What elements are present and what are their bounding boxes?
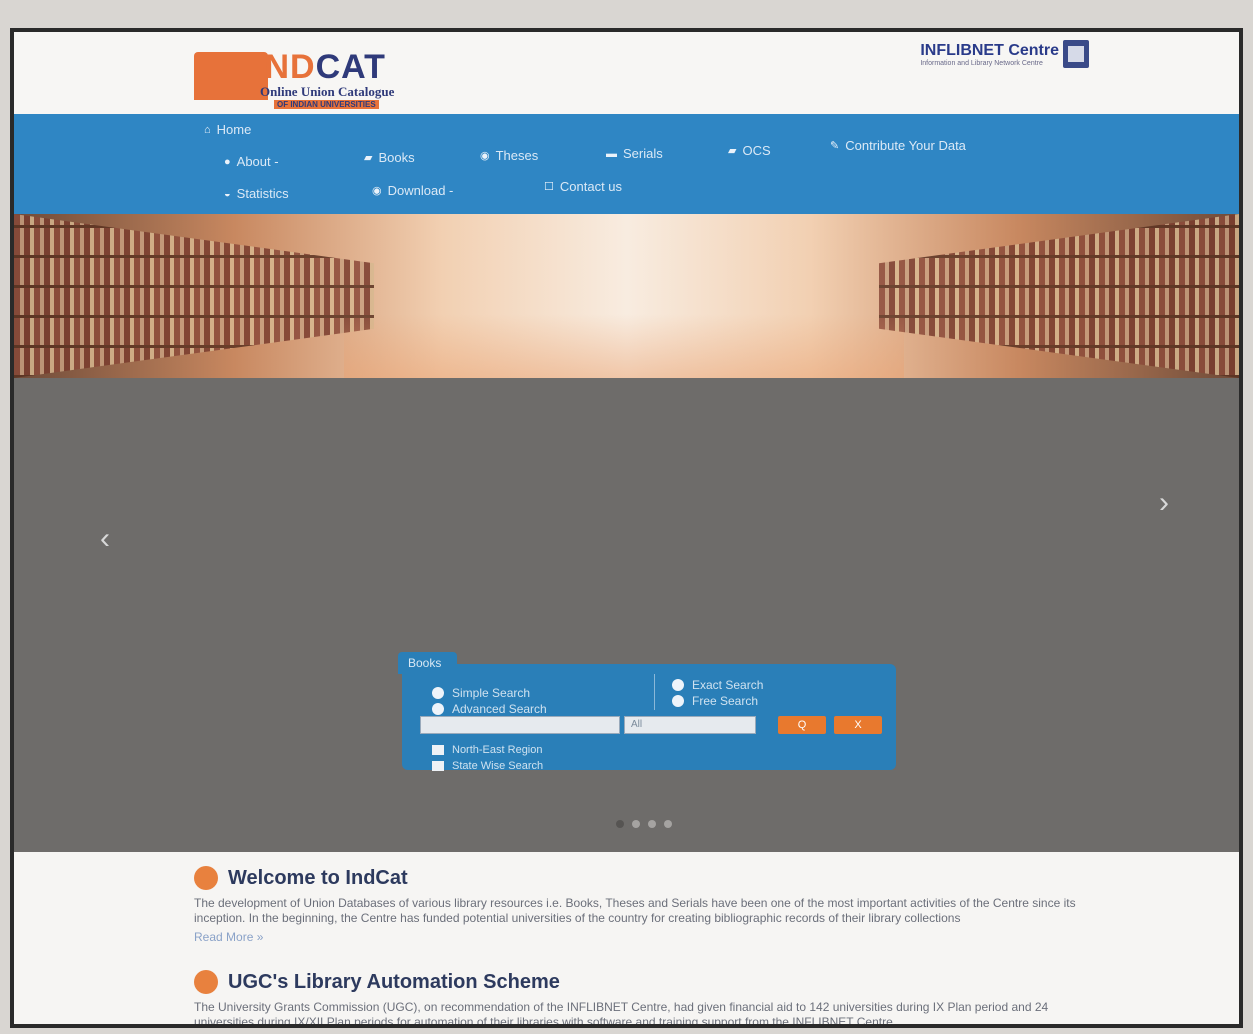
download-icon: ◉ — [372, 185, 382, 197]
search-input[interactable] — [420, 716, 620, 734]
carousel-next-arrow-icon[interactable]: › — [1159, 486, 1169, 520]
nav-contribute-label: Contribute Your Data — [845, 138, 966, 153]
search-button[interactable]: Q — [778, 716, 826, 734]
inflibnet-subtitle: Information and Library Network Centre — [920, 60, 1043, 67]
chat-bubble-icon — [194, 866, 218, 890]
inflibnet-title: INFLIBNET Centre — [920, 42, 1059, 59]
nav-theses[interactable]: ◉ Theses — [480, 148, 538, 163]
browser-window: INDCAT Online Union Catalogue OF INDIAN … — [10, 28, 1243, 1028]
nav-contact[interactable]: ☐ Contact us — [544, 179, 622, 194]
simple-search-radio[interactable]: Simple Search — [432, 686, 530, 700]
exact-search-radio[interactable]: Exact Search — [672, 678, 763, 692]
nav-home[interactable]: ⌂ Home — [204, 122, 251, 137]
radio-divider — [654, 674, 655, 710]
state-wise-checkbox[interactable]: State Wise Search — [432, 760, 543, 772]
inflibnet-emblem-icon — [1063, 40, 1089, 68]
nav-about[interactable]: ● About - — [224, 154, 279, 169]
read-more-link[interactable]: Read More » — [194, 930, 1094, 944]
carousel-dot-2[interactable] — [632, 820, 640, 828]
free-search-radio[interactable]: Free Search — [672, 694, 758, 708]
theses-icon: ◉ — [480, 150, 490, 162]
nav-ocs[interactable]: ▰ OCS — [728, 143, 771, 158]
pencil-icon: ✎ — [830, 140, 840, 152]
ugc-section: UGC's Library Automation Scheme The Univ… — [194, 970, 1094, 1028]
logo-title-ind: IND — [254, 48, 316, 86]
contact-icon: ☐ — [544, 181, 554, 193]
nav-statistics-label: Statistics — [236, 186, 289, 201]
main-nav: ⌂ Home ● About - ▰ Books ◉ Theses ▬ Serials ▰… — [14, 114, 1239, 214]
search-tab-books[interactable]: Books — [398, 652, 458, 674]
right-bookshelf — [879, 214, 1239, 378]
logo-title: INDCAT — [254, 48, 386, 87]
inflibnet-logo[interactable]: INFLIBNET Centre Information and Library… — [920, 42, 1059, 67]
radio-circle — [672, 695, 684, 707]
radio-circle — [432, 703, 444, 715]
ocs-icon: ▰ — [728, 145, 737, 157]
nav-ocs-label: OCS — [742, 143, 771, 158]
north-east-label: North-East Region — [452, 744, 543, 756]
indcat-logo[interactable]: INDCAT Online Union Catalogue OF INDIAN … — [194, 44, 464, 109]
simple-search-label: Simple Search — [452, 686, 531, 700]
nav-download-label: Download - — [387, 183, 454, 198]
carousel-dot-3[interactable] — [648, 820, 656, 828]
book-icon: ▰ — [364, 152, 373, 164]
nav-books-label: Books — [378, 150, 415, 165]
ugc-heading: UGC's Library Automation Scheme — [194, 970, 1094, 994]
reset-button[interactable]: X — [834, 716, 882, 734]
nav-contact-label: Contact us — [559, 179, 623, 194]
logo-subtitle: Online Union Catalogue — [260, 84, 395, 99]
advanced-search-radio[interactable]: Advanced Search — [432, 702, 547, 716]
left-bookshelf — [14, 214, 374, 378]
logo-subtitle-universities: OF INDIAN UNIVERSITIES — [274, 100, 379, 109]
welcome-section: Welcome to IndCat The development of Uni… — [194, 866, 1094, 944]
home-icon: ⌂ — [204, 123, 211, 136]
checkbox-box — [432, 761, 444, 771]
carousel-dot-1[interactable] — [616, 820, 624, 828]
search-field-select[interactable]: All — [624, 716, 756, 734]
north-east-checkbox[interactable]: North-East Region — [432, 744, 543, 756]
nav-serials[interactable]: ▬ Serials — [606, 146, 663, 161]
chat-bubble-icon — [194, 970, 218, 994]
statistics-icon: ◒ — [224, 187, 231, 200]
nav-serials-label: Serials — [623, 146, 663, 161]
free-search-label: Free Search — [692, 694, 759, 708]
nav-download[interactable]: ◉ Download - — [372, 183, 453, 198]
welcome-heading: Welcome to IndCat — [194, 866, 1094, 890]
welcome-title: Welcome to IndCat — [228, 866, 408, 889]
state-wise-label: State Wise Search — [452, 760, 544, 772]
nav-theses-label: Theses — [495, 148, 539, 163]
info-icon: ● — [224, 155, 231, 168]
nav-statistics[interactable]: ◒ Statistics — [224, 186, 289, 201]
site-header: INDCAT Online Union Catalogue OF INDIAN … — [14, 32, 1239, 114]
books-search-panel: Books Simple Search Advanced Search Exac… — [398, 652, 896, 772]
ugc-text: The University Grants Commission (UGC), … — [194, 1000, 1049, 1028]
library-banner-image — [14, 214, 1239, 378]
checkbox-box — [432, 745, 444, 755]
nav-books[interactable]: ▰ Books — [364, 150, 415, 165]
logo-title-cat: CAT — [315, 48, 386, 86]
advanced-search-label: Advanced Search — [452, 702, 547, 716]
carousel-prev-arrow-icon[interactable]: ‹ — [100, 522, 110, 556]
nav-contribute[interactable]: ✎ Contribute Your Data — [830, 138, 966, 153]
nav-about-label: About - — [236, 154, 279, 169]
search-carousel: ‹ › Books Simple Search Advanced Search … — [14, 378, 1239, 852]
welcome-text: The development of Union Databases of va… — [194, 896, 1076, 925]
library-floor — [344, 314, 904, 378]
content-area: Welcome to IndCat The development of Uni… — [14, 852, 1239, 1028]
radio-circle — [432, 687, 444, 699]
nav-home-label: Home — [216, 122, 252, 137]
carousel-indicators — [616, 820, 672, 828]
carousel-dot-4[interactable] — [664, 820, 672, 828]
serials-icon: ▬ — [606, 147, 617, 160]
ugc-title: UGC's Library Automation Scheme — [228, 970, 560, 993]
exact-search-label: Exact Search — [692, 678, 764, 692]
radio-circle — [672, 679, 684, 691]
